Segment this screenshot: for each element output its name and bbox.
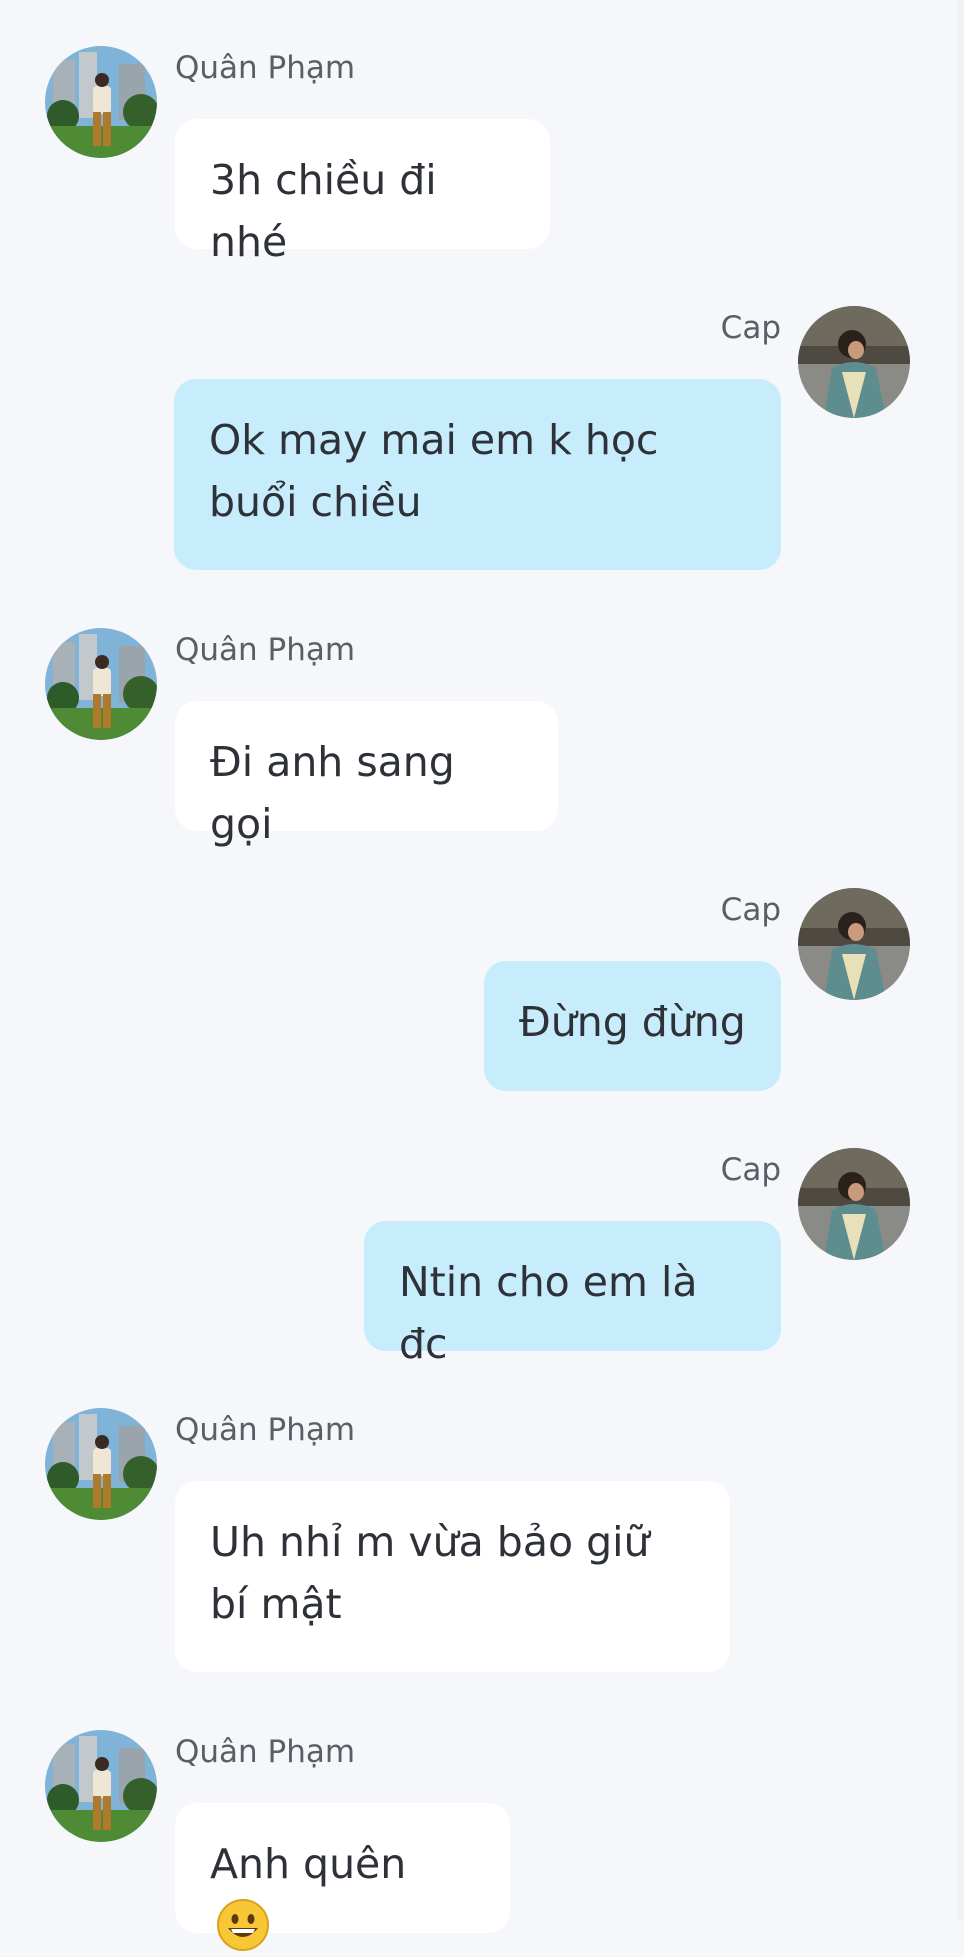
avatar-quan-pham[interactable]: [45, 1730, 157, 1842]
avatar-cap[interactable]: [798, 306, 910, 418]
avatar-quan-pham[interactable]: [45, 1408, 157, 1520]
message-bubble[interactable]: Ntin cho em là đc: [364, 1221, 781, 1368]
sender-name: Quân Phạm: [175, 1412, 356, 1448]
chat-message-outgoing: Cap Ntin cho em là đc: [0, 842, 964, 1368]
message-bubble[interactable]: Ok may mai em k học buổi chiều: [174, 379, 781, 570]
sender-name: Quân Phạm: [175, 1734, 356, 1770]
avatar-photo-icon: [798, 306, 910, 418]
message-bubble[interactable]: Anh quên: [175, 1803, 510, 1951]
avatar-photo-icon: [45, 1408, 157, 1520]
message-text: Anh quên: [210, 1840, 407, 1888]
sender-name: Cap: [720, 310, 781, 346]
message-bubble[interactable]: Uh nhỉ m vừa bảo giữ bí mật: [175, 1481, 730, 1672]
avatar-photo-icon: [45, 1730, 157, 1842]
avatar-photo-icon: [798, 1148, 910, 1260]
sender-name: Cap: [720, 1152, 781, 1188]
chat-message-incoming: Quân Phạm Anh quên: [0, 1684, 964, 1951]
grinning-face-emoji-icon: [216, 1898, 270, 1952]
chat-message-outgoing: Cap Ok may mai em k học buổi chiều: [0, 0, 964, 580]
avatar-cap[interactable]: [798, 1148, 910, 1260]
chat-message-incoming: Quân Phạm Uh nhỉ m vừa bảo giữ bí mật: [0, 1362, 964, 1682]
